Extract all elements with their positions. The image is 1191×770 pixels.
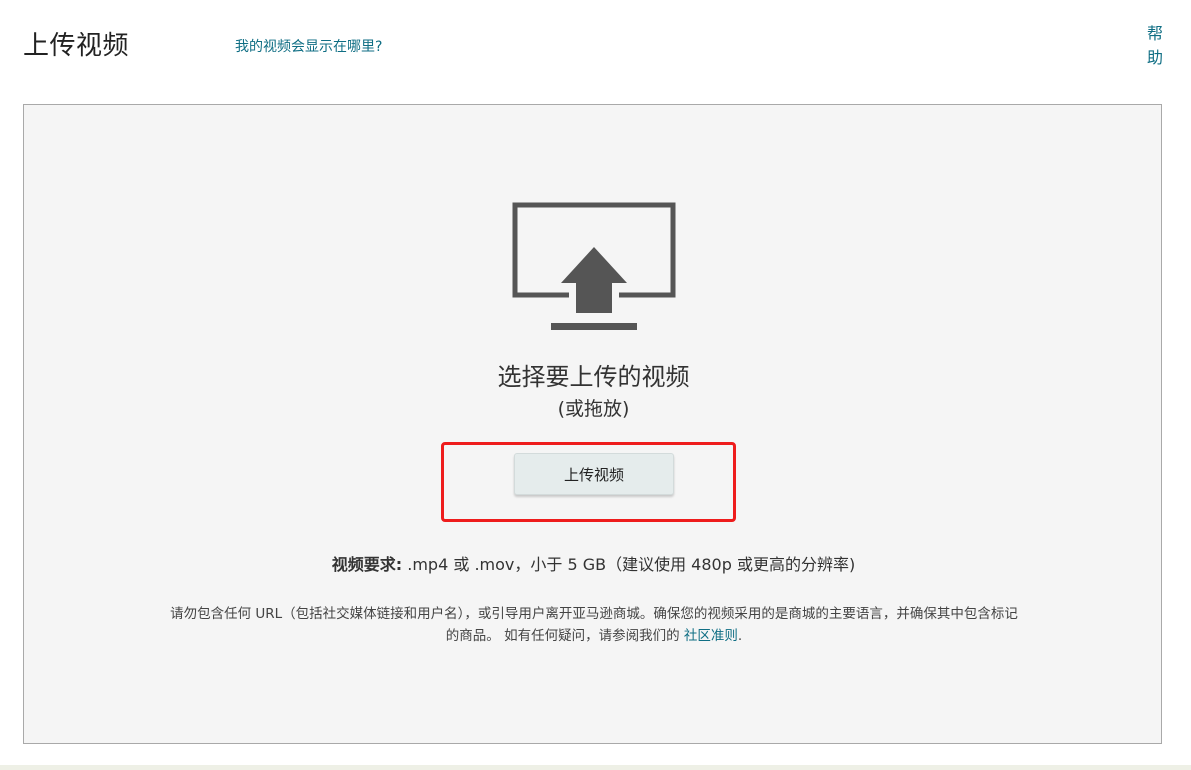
or-drag-drop-text: (或拖放)	[557, 398, 630, 420]
help-link[interactable]: 帮助	[1145, 22, 1165, 70]
monitor-upload-icon	[512, 202, 676, 330]
upload-video-page: 上传视频 我的视频会显示在哪里? 帮助 选择要上传的视频 (或拖放) 上传视频 …	[0, 0, 1191, 770]
guidelines-period: .	[737, 628, 743, 644]
requirements-label: 视频要求:	[331, 555, 403, 574]
upload-video-button[interactable]: 上传视频	[514, 453, 674, 495]
page-title: 上传视频	[23, 31, 130, 61]
guidelines-text: 请勿包含任何 URL（包括社交媒体链接和用户名），或引导用户离开亚马逊商城。确保…	[170, 606, 1018, 644]
video-drop-zone[interactable]: 选择要上传的视频 (或拖放) 上传视频 视频要求: .mp4 或 .mov，小于…	[23, 104, 1162, 744]
community-guidelines-link[interactable]: 社区准则	[684, 628, 738, 644]
guidelines-notice: 请勿包含任何 URL（包括社交媒体链接和用户名），或引导用户离开亚马逊商城。确保…	[164, 603, 1024, 647]
bottom-strip	[0, 765, 1191, 770]
requirements-text: .mp4 或 .mov，小于 5 GB（建议使用 480p 或更高的分辨率)	[402, 555, 856, 574]
choose-video-heading: 选择要上传的视频	[497, 363, 690, 391]
video-requirements: 视频要求: .mp4 或 .mov，小于 5 GB（建议使用 480p 或更高的…	[24, 554, 1163, 576]
where-videos-appear-link[interactable]: 我的视频会显示在哪里?	[235, 37, 382, 57]
